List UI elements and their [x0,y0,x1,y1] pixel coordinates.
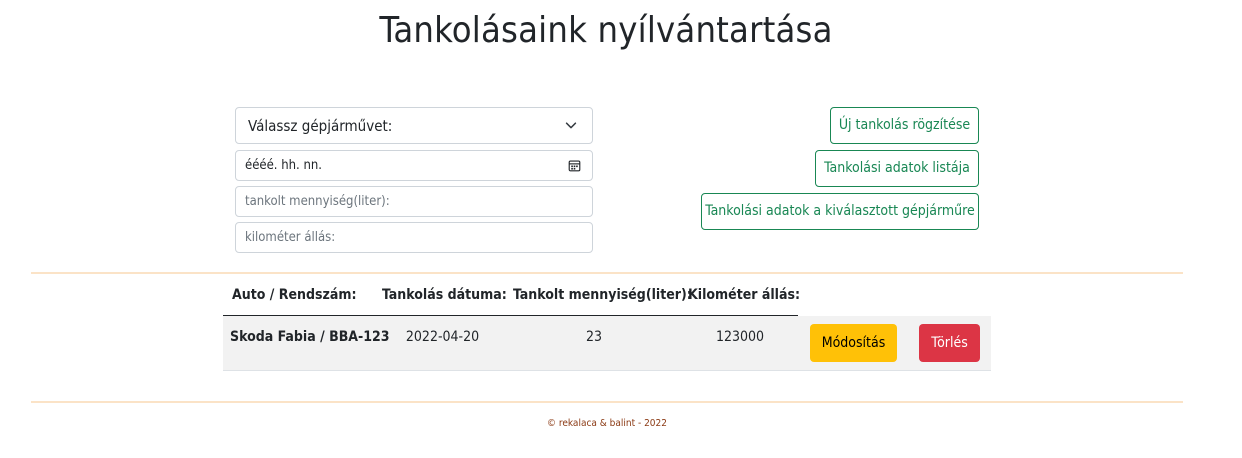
divider-top [31,272,1183,274]
table-header-date: Tankolás dátuma: [382,287,507,303]
km-input-placeholder: kilométer állás: [245,230,336,245]
page: Tankolásaink nyílvántartása Válassz gépj… [0,0,1242,458]
footer-copyright: © rekalaca & balint - 2022 [547,418,667,429]
date-input-value: éééé. hh. nn. [245,158,323,173]
table-header-car: Auto / Rendszám: [232,287,357,303]
table-header-km: Kilométer állás: [688,287,801,303]
vehicle-select[interactable]: Válassz gépjárművet: [235,107,593,144]
liter-input[interactable]: tankolt mennyiség(liter): [235,186,593,217]
new-refuel-button[interactable]: Új tankolás rögzítése [830,107,979,144]
cell-km: 123000 [715,329,765,345]
page-title: Tankolásaink nyílvántartása [379,10,833,51]
table-header-liters: Tankolt mennyiség(liter): [513,287,692,303]
cell-date: 2022-04-20 [405,329,480,345]
delete-button[interactable]: Törlés [919,324,980,362]
calendar-icon[interactable] [568,159,581,172]
edit-button[interactable]: Módosítás [810,324,897,362]
date-input[interactable]: éééé. hh. nn. [235,150,593,181]
divider-bottom [31,401,1183,403]
km-input[interactable]: kilométer állás: [235,222,593,253]
selected-vehicle-data-button[interactable]: Tankolási adatok a kiválasztott gépjármű… [701,193,979,230]
cell-car: Skoda Fabia / BBA-123 [230,329,390,345]
vehicle-select-value: Válassz gépjárművet: [248,117,393,135]
refuel-list-button[interactable]: Tankolási adatok listája [815,150,979,187]
liter-input-placeholder: tankolt mennyiség(liter): [245,194,390,209]
cell-liters: 23 [585,329,603,345]
chevron-down-icon [565,122,577,129]
